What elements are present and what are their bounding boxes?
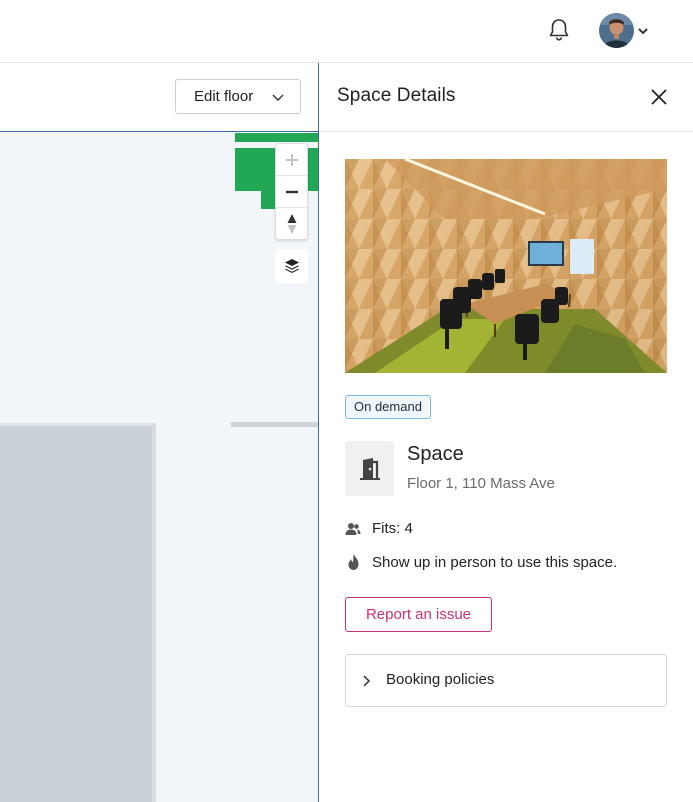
edit-floor-label: Edit floor bbox=[194, 88, 254, 105]
space-name: Space bbox=[407, 443, 464, 465]
booking-policies-accordion[interactable]: Booking policies bbox=[345, 654, 667, 707]
zoom-in-button[interactable] bbox=[276, 144, 307, 176]
map-toolbar: Edit floor bbox=[0, 63, 318, 132]
chevron-down-icon[interactable] bbox=[637, 26, 649, 36]
status-badge: On demand bbox=[345, 395, 431, 419]
compass-icon bbox=[287, 214, 296, 234]
people-icon bbox=[345, 523, 361, 535]
compass-button[interactable] bbox=[276, 208, 307, 240]
minus-icon bbox=[285, 190, 298, 193]
close-icon[interactable] bbox=[647, 85, 671, 109]
user-avatar[interactable] bbox=[599, 13, 634, 48]
map-canvas[interactable] bbox=[0, 133, 318, 802]
space-type-icon-box bbox=[345, 441, 394, 496]
panel-header: Space Details bbox=[319, 63, 693, 132]
booking-policies-label: Booking policies bbox=[386, 671, 495, 688]
chevron-right-icon bbox=[363, 675, 371, 687]
usage-note: Show up in person to use this space. bbox=[372, 554, 618, 571]
top-bar bbox=[0, 0, 693, 63]
fire-icon bbox=[348, 554, 359, 570]
capacity-text: Fits: 4 bbox=[372, 520, 413, 537]
door-icon bbox=[359, 457, 380, 480]
floor-map[interactable]: Edit floor bbox=[0, 63, 318, 802]
space-location: Floor 1, 110 Mass Ave bbox=[407, 475, 555, 492]
report-issue-button[interactable]: Report an issue bbox=[345, 597, 492, 632]
wall bbox=[231, 422, 318, 427]
space-details-panel: Space Details On demand Space Floor 1, 1… bbox=[319, 63, 693, 802]
map-zoom-controls bbox=[275, 143, 308, 240]
panel-title: Space Details bbox=[337, 85, 456, 106]
edit-floor-button[interactable]: Edit floor bbox=[175, 79, 301, 114]
available-space-area[interactable] bbox=[235, 133, 318, 142]
space-photo bbox=[345, 159, 667, 373]
bell-icon[interactable] bbox=[546, 17, 572, 43]
layers-icon bbox=[284, 259, 299, 273]
zoom-out-button[interactable] bbox=[276, 176, 307, 208]
room-block[interactable] bbox=[0, 423, 156, 802]
chevron-down-icon bbox=[272, 94, 284, 101]
layers-button[interactable] bbox=[275, 249, 308, 283]
plus-icon bbox=[285, 153, 298, 166]
